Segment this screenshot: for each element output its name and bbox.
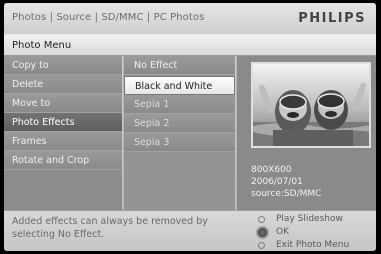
header-bar: Photos | Source | SD/MMC | PC Photos PHI… (4, 3, 376, 34)
photo-preview (251, 62, 371, 148)
preview-panel: 800X600 2006/07/01 source:SD/MMC (236, 56, 376, 210)
photo-preview-image (253, 64, 369, 146)
effect-sepia-2[interactable]: Sepia 2 (124, 114, 235, 133)
menu-item-rotate-and-crop[interactable]: Rotate and Crop (4, 151, 122, 170)
brand-logo: PHILIPS (298, 11, 366, 26)
effect-no-effect[interactable]: No Effect (124, 56, 235, 75)
page-title: Photo Menu (12, 40, 72, 51)
menu-title-bar: Photo Menu (4, 34, 376, 56)
breadcrumb: Photos | Source | SD/MMC | PC Photos (12, 12, 205, 23)
menu-item-photo-effects[interactable]: Photo Effects (4, 113, 122, 132)
help-hint: Added effects can always be removed by s… (12, 216, 208, 240)
footer-bar: Added effects can always be removed by s… (4, 210, 376, 251)
menu-item-copy-to[interactable]: Copy to (4, 56, 122, 75)
photo-info: 800X600 2006/07/01 source:SD/MMC (251, 164, 321, 200)
radio-ring-icon (258, 216, 265, 223)
effect-sepia-1[interactable]: Sepia 1 (124, 95, 235, 114)
menu-window: Photos | Source | SD/MMC | PC Photos PHI… (4, 3, 376, 251)
ok-button-icon (256, 226, 269, 239)
photo-resolution: 800X600 (251, 165, 292, 175)
menu-item-move-to[interactable]: Move to (4, 94, 122, 113)
photo-source: source:SD/MMC (251, 189, 322, 199)
control-legend: Play Slideshow OK Exit Photo Menu (256, 214, 376, 251)
radio-ring-icon (258, 242, 265, 249)
photo-frame-screen: Photos | Source | SD/MMC | PC Photos PHI… (0, 0, 381, 254)
menu-item-delete[interactable]: Delete (4, 75, 122, 94)
play-slideshow-label: Play Slideshow (276, 214, 343, 224)
effects-list: No Effect Black and White Sepia 1 Sepia … (123, 56, 235, 210)
exit-photo-menu-label: Exit Photo Menu (276, 240, 350, 250)
photo-menu-list: Copy to Delete Move to Photo Effects Fra… (4, 56, 122, 210)
effect-sepia-3[interactable]: Sepia 3 (124, 133, 235, 152)
photo-date: 2006/07/01 (251, 177, 303, 187)
ok-label: OK (276, 227, 289, 237)
menu-item-frames[interactable]: Frames (4, 132, 122, 151)
effect-black-and-white[interactable]: Black and White (124, 76, 235, 95)
